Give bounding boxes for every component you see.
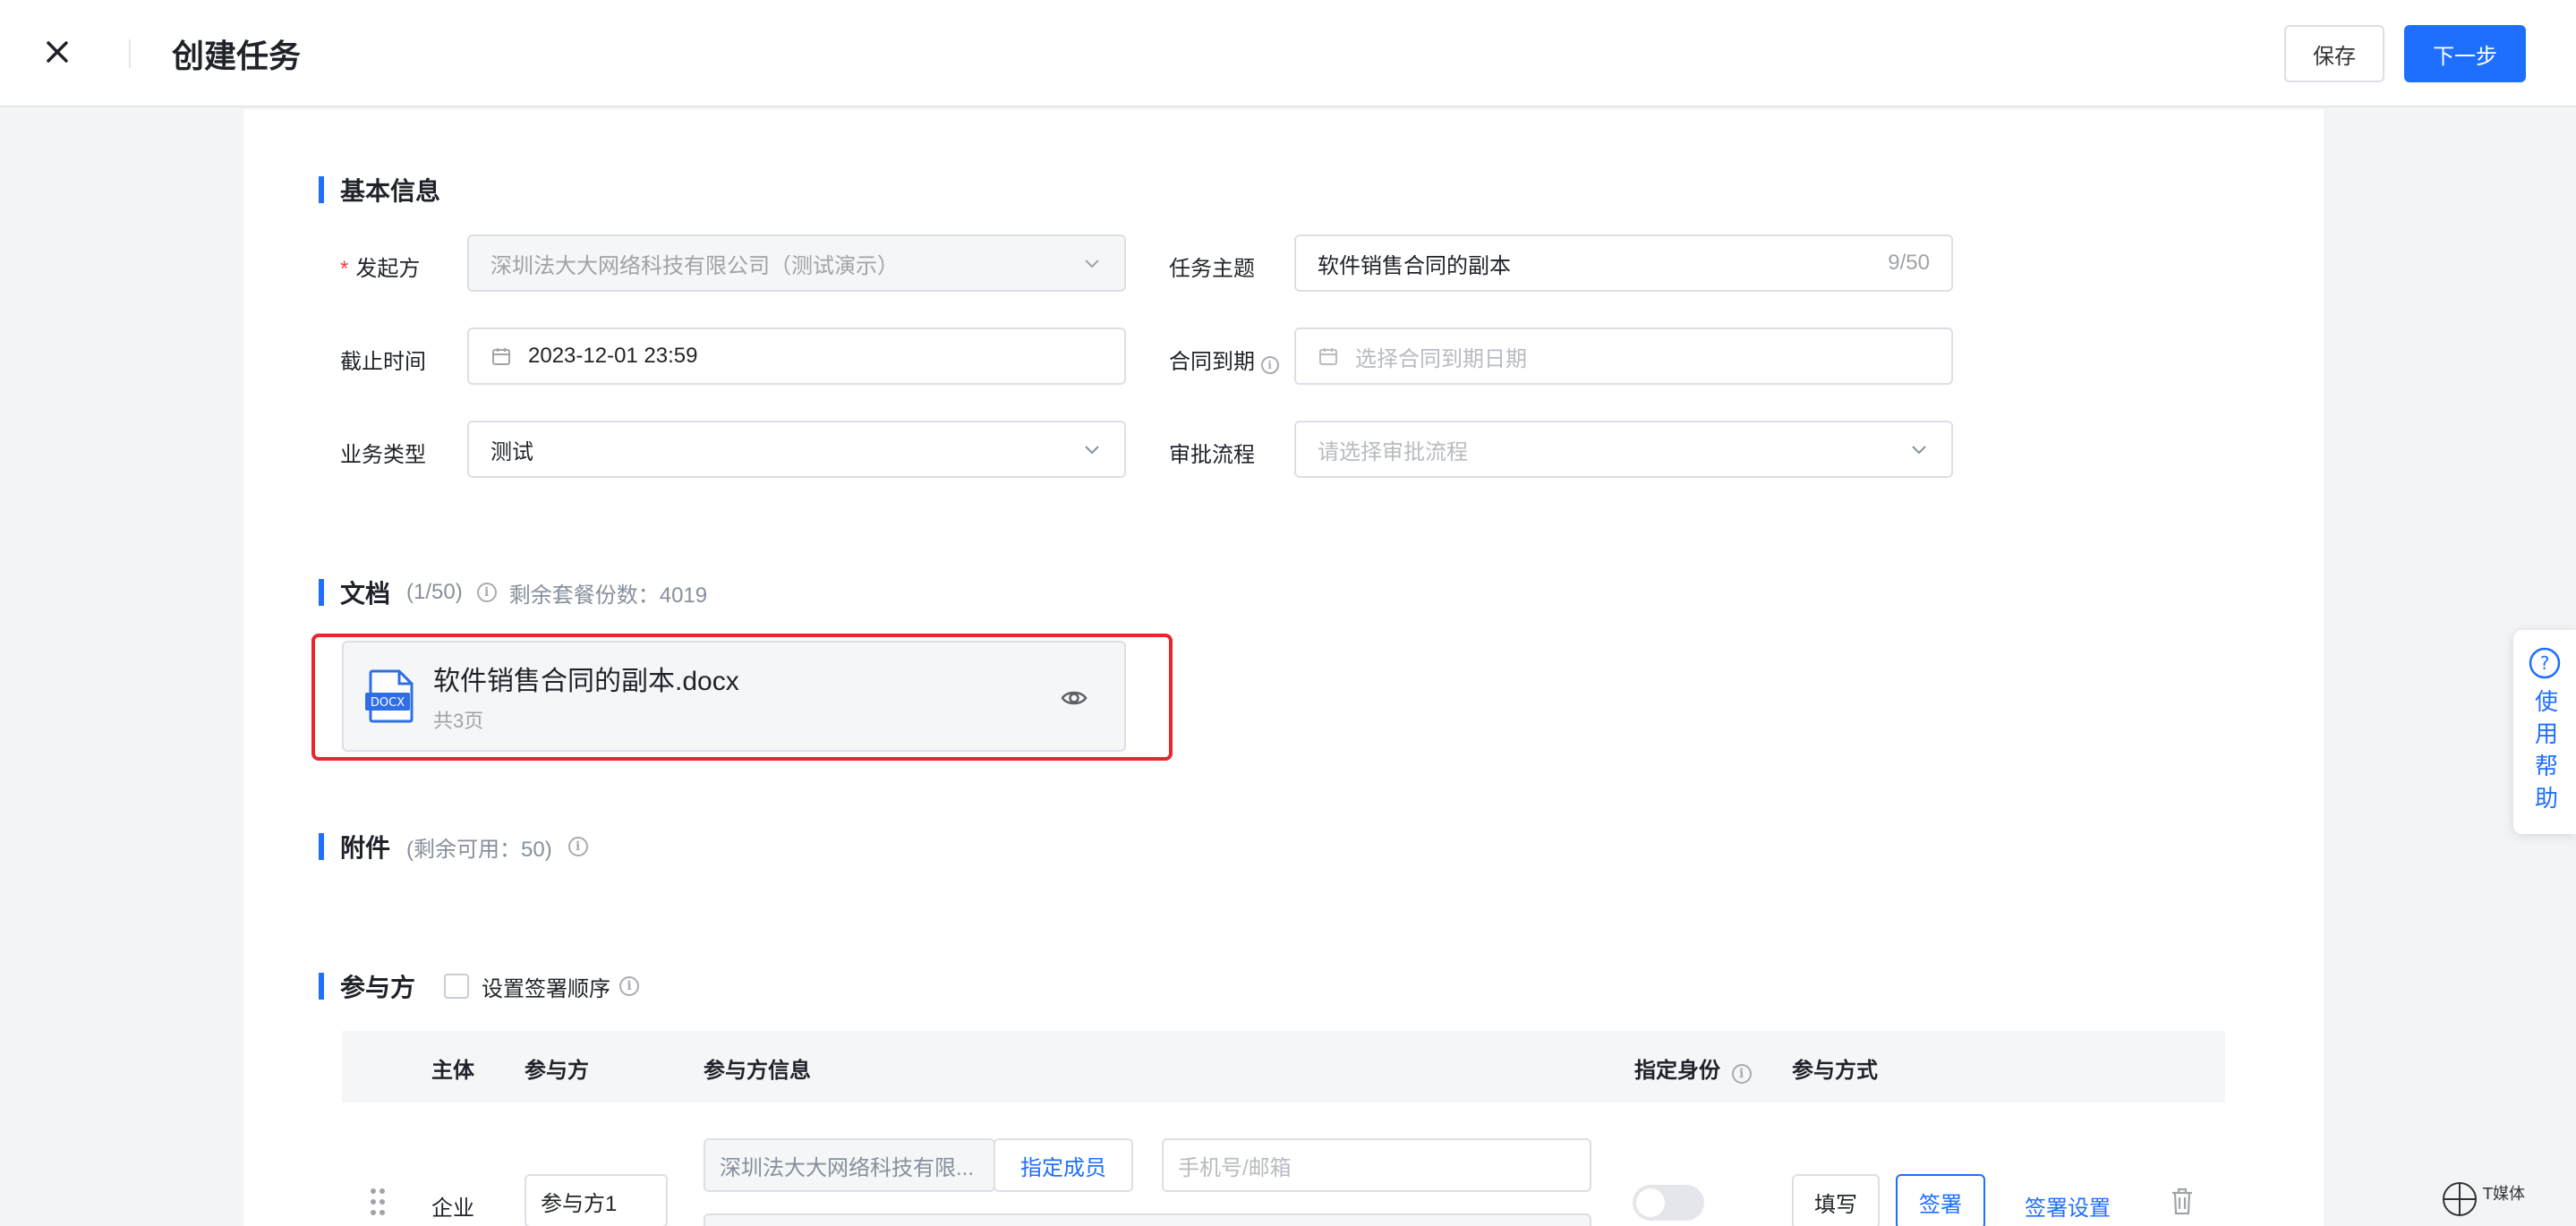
contract-expiry-label: 合同到期 i (1169, 344, 1279, 375)
fill-mode-button[interactable]: 填写 (1792, 1174, 1880, 1226)
save-button[interactable]: 保存 (2284, 25, 2384, 82)
chevron-down-icon (1085, 446, 1099, 455)
question-icon: ? (2528, 646, 2562, 685)
sign-mode-button[interactable]: 签署 (1896, 1174, 1985, 1226)
initiator-select[interactable]: 深圳法大大网络科技有限公司（测试演示） (467, 234, 1126, 292)
company-select[interactable]: 深圳法大大网络科技有限... (704, 1138, 995, 1192)
business-type-label: 业务类型 (340, 443, 426, 467)
sign-order-checkbox[interactable] (444, 974, 470, 999)
help-label: 使用帮助 (2534, 688, 2558, 812)
svg-text:?: ? (2540, 652, 2550, 674)
delete-icon[interactable] (2170, 1187, 2195, 1220)
docx-file-icon: DOCX (365, 669, 417, 728)
identity-toggle[interactable] (1633, 1185, 1704, 1221)
subject-counter: 9/50 (1888, 251, 1930, 275)
info-icon: i (567, 837, 588, 856)
document-pages: 共3页 (433, 710, 484, 732)
contact-input[interactable]: 手机号/邮箱 (1162, 1138, 1591, 1192)
assign-member-button[interactable]: 指定成员 (994, 1138, 1133, 1192)
info-icon: i (1260, 356, 1279, 374)
calendar-icon (1319, 348, 1337, 365)
watermark-logo: T媒体 (2440, 1172, 2565, 1225)
column-participant: 参与方 (525, 1059, 589, 1083)
svg-text:DOCX: DOCX (371, 696, 405, 710)
info-icon: i (619, 976, 640, 996)
column-participant-info: 参与方信息 (704, 1059, 811, 1083)
drag-handle-icon[interactable] (369, 1187, 387, 1222)
top-bar: 创建任务 保存 下一步 (0, 0, 2576, 107)
chevron-down-icon (1085, 260, 1099, 268)
deadline-label: 截止时间 (340, 350, 426, 374)
info-icon: i (476, 583, 497, 602)
contract-expiry-picker[interactable]: 选择合同到期日期 (1294, 328, 1953, 385)
column-entity: 主体 (431, 1059, 474, 1083)
documents-title: 文档 (1/50) i 剩余套餐份数：4019 (319, 575, 707, 610)
entity-type: 企业 (431, 1196, 474, 1221)
participants-title: 参与方 设置签署顺序 i (319, 968, 640, 1004)
svg-text:T媒体: T媒体 (2482, 1185, 2525, 1204)
column-mode: 参与方式 (1792, 1059, 1878, 1083)
second-row-field (704, 1213, 1591, 1226)
business-type-select[interactable]: 测试 (467, 421, 1126, 478)
subject-label: 任务主题 (1169, 257, 1255, 281)
sign-settings-link[interactable]: 签署设置 (2025, 1190, 2111, 1222)
page-title: 创建任务 (172, 38, 302, 74)
sign-order-label: 设置签署顺序 (482, 976, 611, 1001)
participants-table-header: 主体 参与方 参与方信息 指定身份 i 参与方式 (342, 1031, 2225, 1103)
chevron-down-icon (1912, 446, 1926, 455)
approval-flow-select[interactable]: 请选择审批流程 (1294, 421, 1953, 478)
calendar-icon (492, 348, 510, 365)
initiator-label: * 发起方 (340, 257, 421, 281)
document-card[interactable]: DOCX 软件销售合同的副本.docx 共3页 (342, 641, 1126, 752)
help-float-button[interactable]: ? 使用帮助 (2513, 630, 2576, 834)
info-icon: i (1731, 1064, 1752, 1084)
participant-name-input[interactable]: 参与方1 (525, 1174, 668, 1226)
document-name: 软件销售合同的副本.docx (433, 667, 739, 696)
attachments-title: 附件 (剩余可用：50) i (319, 829, 588, 864)
header-divider (129, 39, 131, 68)
column-identity: 指定身份 i (1634, 1052, 1752, 1084)
attachments-remaining: (剩余可用：50) (406, 837, 552, 862)
basic-info-title: 基本信息 (319, 172, 440, 208)
next-step-button[interactable]: 下一步 (2404, 25, 2526, 82)
remaining-quota: 剩余套餐份数：4019 (508, 583, 708, 608)
documents-count: (1/50) (406, 580, 463, 604)
deadline-picker[interactable]: 2023-12-01 23:59 (467, 328, 1126, 385)
subject-input[interactable]: 软件销售合同的副本 9/50 (1294, 234, 1953, 292)
preview-eye-icon[interactable] (1060, 684, 1088, 717)
close-icon[interactable] (39, 34, 75, 70)
approval-flow-label: 审批流程 (1169, 443, 1255, 467)
